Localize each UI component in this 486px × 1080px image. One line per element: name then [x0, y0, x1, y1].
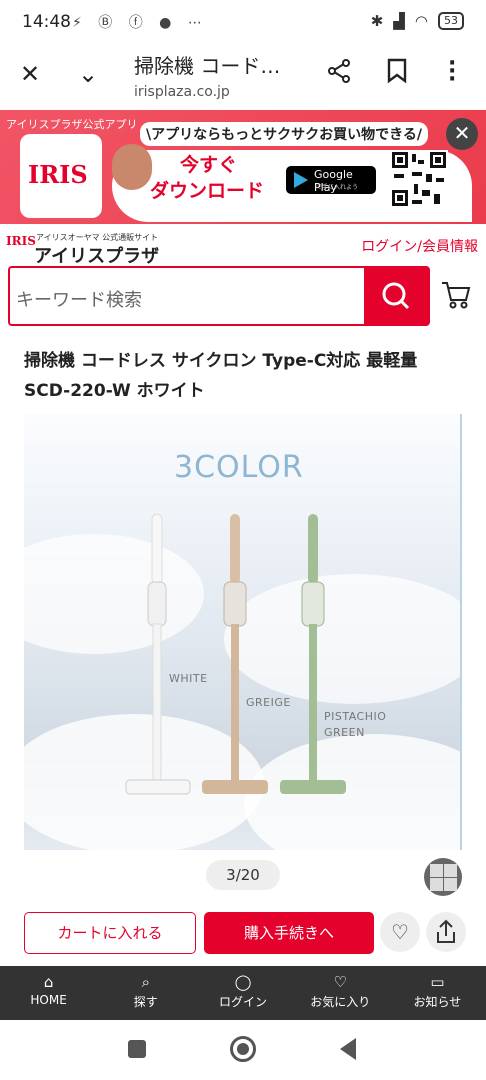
- chevron-down-icon[interactable]: ⌄: [78, 60, 98, 88]
- purchase-bar: カートに入れる 購入手続きへ ♡: [0, 900, 486, 964]
- google-play-icon: [294, 172, 308, 188]
- bottom-nav: ⌂ HOME ⌕ 探す ◯ ログイン ♡ お気に入り ▭ お知らせ: [0, 966, 486, 1020]
- banner-now: 今すぐ: [180, 154, 238, 176]
- nav-notices[interactable]: ▭ お知らせ: [389, 966, 486, 1020]
- banner-tag: アイリスプラザ公式アプリ: [6, 118, 138, 131]
- bell-icon: ▭: [430, 973, 445, 991]
- app-download-banner[interactable]: アイリスプラザ公式アプリ IRIS \アプリならもっとサクサクお買い物できる/ …: [0, 110, 486, 224]
- add-to-cart-button[interactable]: カートに入れる: [24, 912, 196, 954]
- grid-view-icon[interactable]: [424, 858, 462, 896]
- login-link[interactable]: ログイン/会員情報: [361, 236, 478, 256]
- nav-label: お知らせ: [413, 995, 462, 1009]
- nav-label: ログイン: [219, 995, 268, 1009]
- search-button[interactable]: [364, 268, 428, 324]
- notification-icons: ⚡ Ⓑ ⓕ ● ⋯: [72, 15, 208, 31]
- search-icon: [382, 282, 410, 310]
- product-image[interactable]: 3COLOR WHITE GREIGE PISTACHIO GREEN: [24, 414, 462, 850]
- iris-logo-text: IRIS: [28, 160, 88, 189]
- site-logo[interactable]: アイリスプラザ: [34, 242, 159, 268]
- user-icon: ◯: [234, 973, 252, 991]
- iris-mini-logo[interactable]: IRIS: [6, 234, 36, 248]
- cart-icon[interactable]: [440, 280, 472, 310]
- vacuum-illustration: [125, 513, 346, 795]
- iris-logo: IRIS: [20, 134, 102, 218]
- color-label-greige: GREIGE: [246, 696, 291, 709]
- product-title: 掃除機 コードレス サイクロン Type-C対応 最軽量 SCD-220-W ホ…: [24, 351, 418, 401]
- gplay-sub: で手に入れよう: [316, 184, 359, 191]
- bluetooth-icon: ✱: [370, 12, 384, 30]
- status-right: ✱ ▟ ◠ 53: [371, 12, 464, 30]
- bookmark-icon[interactable]: [386, 58, 408, 88]
- search-input[interactable]: キーワード検索: [16, 286, 142, 312]
- share-upload-icon[interactable]: [426, 912, 466, 952]
- page-url: irisplaza.co.jp: [134, 84, 230, 100]
- nav-home[interactable]: ⌂ HOME: [0, 966, 97, 1020]
- home-icon: ⌂: [43, 973, 54, 991]
- nav-favorites[interactable]: ♡ お気に入り: [292, 966, 389, 1020]
- share-icon[interactable]: [326, 58, 352, 88]
- search-box: キーワード検索: [8, 266, 430, 326]
- home-button-icon[interactable]: [230, 1036, 256, 1062]
- google-play-badge[interactable]: Google Play で手に入れよう: [286, 166, 376, 194]
- status-time: 14:48: [22, 12, 71, 32]
- more-menu-icon[interactable]: · · ·: [448, 53, 456, 91]
- mascot-icon: [112, 144, 152, 190]
- signal-icon: ▟: [393, 12, 405, 30]
- close-icon[interactable]: ✕: [20, 60, 40, 88]
- system-nav: [0, 1020, 486, 1080]
- banner-close-icon[interactable]: ✕: [446, 118, 478, 150]
- site-header: IRIS アイリスオーヤマ 公式通販サイト アイリスプラザ ログイン/会員情報: [0, 224, 486, 268]
- browser-toolbar: ✕ ⌄ 掃除機 コード… irisplaza.co.jp · · ·: [0, 44, 486, 110]
- nav-login[interactable]: ◯ ログイン: [194, 966, 291, 1020]
- checkout-button[interactable]: 購入手続きへ: [204, 912, 374, 954]
- nav-label: お気に入り: [310, 995, 371, 1009]
- image-pager: 3/20: [206, 860, 280, 890]
- page-title: 掃除機 コード…: [134, 54, 281, 78]
- favorite-heart-icon[interactable]: ♡: [380, 912, 420, 952]
- color-label-pistachio: PISTACHIO: [324, 710, 387, 723]
- carousel-edge: [460, 414, 462, 850]
- nav-label: HOME: [30, 993, 67, 1007]
- search-icon: ⌕: [141, 973, 150, 991]
- nav-label: 探す: [133, 995, 158, 1009]
- status-bar: 14:48 ⚡ Ⓑ ⓕ ● ⋯ ✱ ▟ ◠ 53: [0, 0, 486, 44]
- banner-download: ダウンロード: [150, 180, 265, 202]
- recents-icon[interactable]: [128, 1040, 146, 1058]
- color-label-green: GREEN: [324, 726, 365, 739]
- color-label-white: WHITE: [169, 672, 208, 685]
- wifi-icon: ◠: [414, 12, 428, 30]
- nav-search[interactable]: ⌕ 探す: [97, 966, 194, 1020]
- banner-headline: \アプリならもっとサクサクお買い物できる/: [140, 122, 428, 146]
- battery-icon: 53: [438, 12, 464, 30]
- qr-code: [390, 150, 448, 208]
- heart-icon: ♡: [333, 973, 347, 991]
- back-icon[interactable]: [340, 1038, 356, 1060]
